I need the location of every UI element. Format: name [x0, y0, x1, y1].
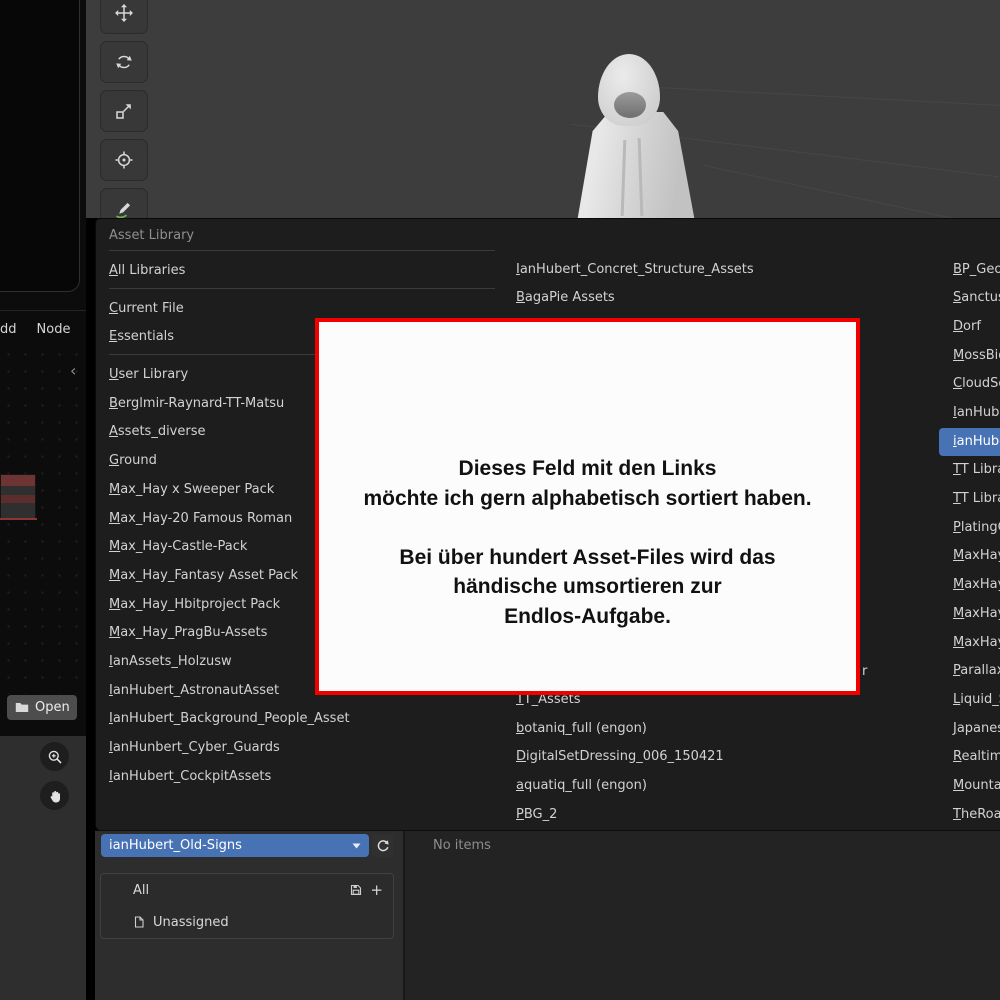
statue-robe	[577, 112, 695, 218]
blender-window: dd Node ‹ Open ianHubert_Old-Signs All +…	[0, 0, 1000, 1000]
menu-section-all: All Libraries	[109, 257, 495, 286]
asset-library-selector[interactable]: ianHubert_Old-Signs	[101, 834, 369, 857]
navigation-rail	[0, 736, 86, 1000]
asset-library-menu-item[interactable]: TT Libra	[939, 456, 1000, 485]
asset-library-menu-item[interactable]: Liquid_S	[939, 686, 1000, 715]
asset-library-menu-item[interactable]: Mountai	[939, 772, 1000, 801]
grid-line	[703, 164, 997, 218]
open-button-label: Open	[35, 700, 70, 715]
node-editor-header-divider	[0, 310, 86, 311]
node-editor-panel-outline	[0, 0, 80, 292]
asset-library-menu-item[interactable]: IanHubert_CockpitAssets	[109, 763, 495, 792]
chevron-left-icon[interactable]: ‹	[70, 363, 76, 379]
scale-icon	[114, 101, 134, 121]
asset-library-menu-item[interactable]: Dorf	[939, 313, 1000, 342]
asset-library-menu-item[interactable]: MaxHay	[939, 571, 1000, 600]
move-icon	[114, 3, 134, 23]
transform-tool-button[interactable]	[100, 139, 148, 181]
asset-library-menu-item[interactable]: DigitalSetDressing_006_150421	[516, 743, 936, 772]
menu-node[interactable]: Node	[37, 322, 71, 337]
asset-library-menu-item[interactable]: TT Libra	[939, 485, 1000, 514]
viewport-toolbar	[100, 0, 148, 218]
rotate-tool-button[interactable]	[100, 41, 148, 83]
zoom-button[interactable]	[40, 742, 69, 771]
menu-separator	[109, 250, 495, 251]
library-menu-column-3: BP_GeoSanctusDorfMossBioCloudScIanHubeia…	[939, 256, 1000, 830]
asset-library-menu-item[interactable]: CloudSc	[939, 370, 1000, 399]
annotation-line	[329, 513, 846, 543]
catalog-tree: All + Unassigned	[100, 873, 394, 939]
refresh-icon	[376, 839, 390, 853]
annotation-line: Endlos-Aufgabe.	[504, 604, 671, 628]
annotate-tool-button[interactable]	[100, 188, 148, 218]
asset-library-menu-item[interactable]: IanHube	[939, 399, 1000, 428]
statue-face	[614, 92, 646, 118]
pan-button[interactable]	[40, 781, 69, 810]
asset-library-menu-item[interactable]: botaniq_full (engon)	[516, 715, 936, 744]
node-link	[0, 518, 37, 520]
node-header	[1, 475, 35, 486]
asset-library-selector-value: ianHubert_Old-Signs	[109, 838, 242, 853]
asset-library-menu-item[interactable]: IanHubert_Background_People_Asset	[109, 705, 495, 734]
magnifier-plus-icon	[47, 749, 63, 765]
catalog-row-all[interactable]: All +	[101, 874, 393, 906]
menu-add-clipped[interactable]: dd	[0, 322, 17, 337]
node-band	[1, 495, 35, 503]
asset-library-menu-item[interactable]: TheRoa	[939, 801, 1000, 830]
3d-model-statue[interactable]	[540, 48, 720, 218]
asset-library-menu-item[interactable]: All Libraries	[109, 257, 495, 286]
rotate-icon	[114, 52, 134, 72]
asset-library-menu-item[interactable]: IanHunbert_Cyber_Guards	[109, 734, 495, 763]
catalog-all-label: All	[133, 882, 150, 898]
asset-library-menu-item[interactable]: IanHubert_Concret_Structure_Assets	[516, 256, 936, 285]
move-tool-button[interactable]	[100, 0, 148, 34]
asset-library-menu-item[interactable]: Sanctus	[939, 284, 1000, 313]
asset-library-menu-item[interactable]: MossBio	[939, 342, 1000, 371]
shader-node[interactable]	[0, 474, 36, 520]
catalog-row-unassigned[interactable]: Unassigned	[101, 906, 393, 938]
annotation-line: Dieses Feld mit den Links	[458, 457, 717, 480]
annotation-box: Dieses Feld mit den Links möchte ich gern…	[315, 318, 860, 695]
refresh-library-button[interactable]	[372, 834, 393, 857]
transform-gizmo-icon	[114, 150, 134, 170]
clipped-menu-item-fragment[interactable]: r	[862, 657, 867, 686]
node-editor-header: dd Node	[0, 322, 70, 337]
hand-icon	[47, 788, 63, 804]
asset-library-menu-item[interactable]: BP_Geo	[939, 256, 1000, 285]
catalog-unassigned-label: Unassigned	[153, 914, 229, 930]
menu-title: Asset Library	[109, 228, 195, 243]
asset-library-menu-item[interactable]: PBG_2	[516, 801, 936, 830]
add-catalog-icon[interactable]: +	[370, 882, 383, 898]
asset-library-menu-item[interactable]: Realtime	[939, 743, 1000, 772]
asset-library-menu-item[interactable]: MaxHay	[939, 542, 1000, 571]
status-no-items: No items	[433, 838, 491, 853]
asset-library-menu-item[interactable]: MaxHay	[939, 629, 1000, 658]
asset-browser-region: ianHubert_Old-Signs All + Unassigned No …	[95, 830, 1000, 1000]
open-button[interactable]: Open	[7, 695, 77, 720]
node-editor-region: dd Node ‹ Open	[0, 0, 86, 736]
chevron-down-icon	[352, 842, 361, 849]
asset-library-menu-item[interactable]: Parallax	[939, 657, 1000, 686]
scale-tool-button[interactable]	[100, 90, 148, 132]
annotation-line: Bei über hundert Asset-Files wird das	[399, 545, 776, 569]
unassigned-file-icon	[133, 916, 145, 928]
annotation-line: händische umsortieren zur	[453, 575, 722, 598]
region-divider[interactable]	[403, 831, 405, 1000]
menu-separator	[109, 287, 495, 289]
asset-library-menu-item[interactable]: Japanes	[939, 715, 1000, 744]
save-catalog-icon[interactable]	[350, 884, 362, 896]
asset-library-menu-item[interactable]: MaxHay	[939, 600, 1000, 629]
asset-library-menu-item[interactable]: PlatingG	[939, 514, 1000, 543]
asset-library-menu-item[interactable]: BagaPie Assets	[516, 284, 936, 313]
folder-icon	[15, 702, 29, 713]
annotation-line: möchte ich gern alphabetisch sortiert ha…	[363, 486, 812, 510]
annotate-pencil-icon	[114, 199, 134, 218]
3d-viewport[interactable]	[86, 0, 1000, 218]
node-editor-canvas[interactable]	[0, 346, 86, 694]
asset-library-menu-item[interactable]: aquatiq_full (engon)	[516, 772, 936, 801]
asset-library-menu-item[interactable]: ianHube	[939, 427, 1000, 457]
